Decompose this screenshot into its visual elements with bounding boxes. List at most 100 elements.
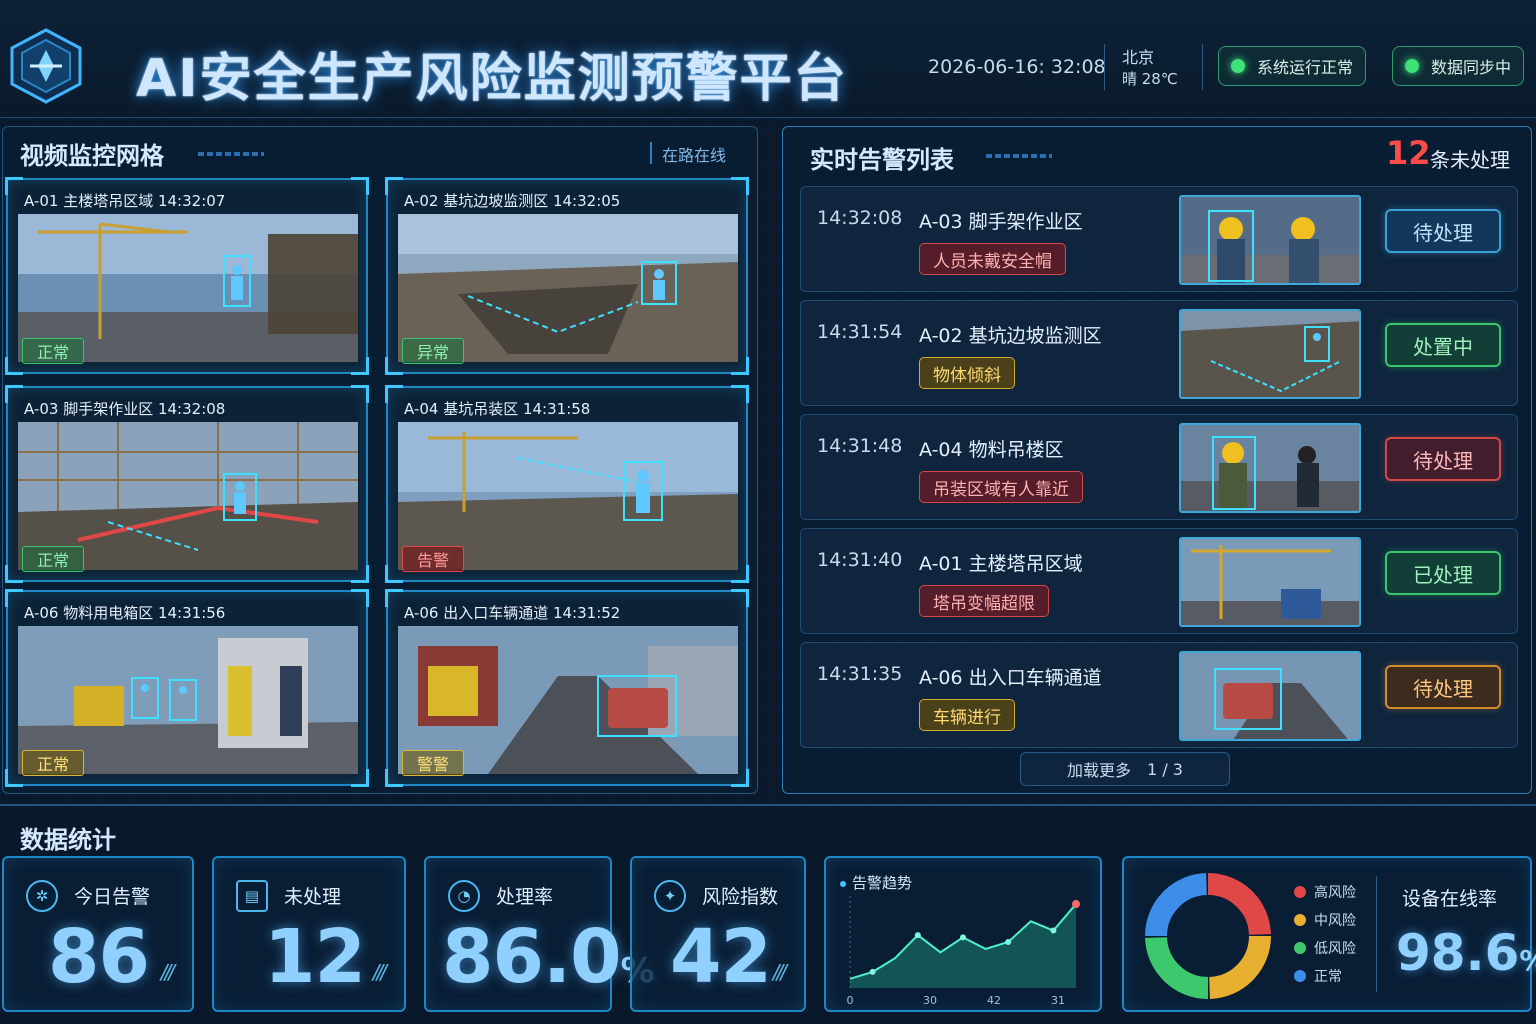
legend-label: 低风险 — [1314, 941, 1356, 957]
legend-label: 正常 — [1314, 969, 1342, 985]
city-name: 北京 — [1122, 48, 1155, 67]
stat-value: 42 — [670, 914, 772, 1000]
video-tile-a04[interactable]: A-04 基坑吊装区 14:31:58 告警 — [385, 385, 749, 583]
alert-snapshot[interactable] — [1179, 537, 1361, 627]
status-badge: 正常 — [22, 338, 85, 364]
x-tick-label: 30 — [923, 994, 937, 1007]
legend-item-normal: 正常 — [1294, 962, 1356, 990]
x-tick-label: 31 — [1051, 994, 1065, 1007]
bullet-icon — [840, 880, 846, 887]
legend-dot-icon — [1294, 942, 1306, 954]
alert-row[interactable]: 14:31:48 A-04 物料吊楼区 吊装区域有人靠近 待处理 — [800, 414, 1518, 520]
donut-legend: 高风险 中风险 低风险 正常 — [1294, 878, 1356, 990]
x-tick-label: 0 — [847, 994, 854, 1007]
pagination-indicator: 1 / 3 — [1147, 759, 1183, 779]
stat-value: 86.0 — [442, 914, 622, 1000]
alert-type-tag: 车辆进行 — [919, 699, 1015, 731]
stats-title: 数据统计 — [20, 826, 116, 854]
alert-action-button[interactable]: 待处理 — [1385, 665, 1501, 709]
legend-label: 中风险 — [1314, 913, 1356, 929]
trend-mini-icon: /// — [160, 960, 175, 984]
donut-slice — [1208, 935, 1271, 999]
platform-logo-icon — [8, 26, 84, 106]
alert-row[interactable]: 14:31:40 A-01 主楼塔吊区域 塔吊变幅超限 已处理 — [800, 528, 1518, 634]
video-caption: A-04 基坑吊装区 14:31:58 — [404, 400, 591, 418]
video-tile-a03[interactable]: A-03 脚手架作业区 14:32:08 正常 — [5, 385, 369, 583]
video-caption: A-01 主楼塔吊区域 14:32:07 — [24, 192, 226, 210]
alert-snapshot[interactable] — [1179, 423, 1361, 513]
online-rate-unit: % — [1519, 944, 1536, 977]
risk-distribution-card: 高风险 中风险 低风险 正常 设备在线率 98.6% — [1122, 856, 1536, 1012]
page-title: AI安全生产风险监测预警平台 — [136, 49, 848, 109]
online-rate-value: 98.6 — [1396, 924, 1520, 982]
legend-label: 高风险 — [1314, 885, 1356, 901]
video-tile-a01[interactable]: A-01 主楼塔吊区域 14:32:07 正常 — [5, 177, 369, 375]
video-tile-a02[interactable]: A-02 基坑边坡监测区 14:32:05 异常 — [385, 177, 749, 375]
alert-star-icon: ✲ — [26, 880, 58, 912]
alert-action-button[interactable]: 待处理 — [1385, 437, 1501, 481]
trend-point — [914, 932, 921, 939]
alert-location: A-02 基坑边坡监测区 — [919, 325, 1102, 347]
status-dot-icon — [1405, 59, 1419, 73]
video-caption: A-06 物料用电箱区 14:31:56 — [24, 604, 226, 622]
status-badge: 正常 — [22, 750, 85, 776]
alert-row[interactable]: 14:31:54 A-02 基坑边坡监测区 物体倾斜 处置中 — [800, 300, 1518, 406]
trend-point — [1072, 900, 1080, 909]
video-tile-a06-power[interactable]: A-06 物料用电箱区 14:31:56 正常 — [5, 589, 369, 787]
trend-point — [1005, 939, 1012, 945]
stat-card-today-alerts: ✲ 今日告警 86 /// — [2, 856, 194, 1012]
online-rate-label: 设备在线率 — [1402, 888, 1498, 910]
legend-item-medium: 中风险 — [1294, 906, 1356, 934]
video-panel-title: 视频监控网格 — [20, 142, 164, 170]
sync-status-pill: 数据同步中 — [1392, 46, 1525, 86]
alert-type-tag: 吊装区域有人靠近 — [919, 471, 1083, 503]
alert-time: 14:31:35 — [817, 663, 903, 685]
alert-action-button[interactable]: 已处理 — [1385, 551, 1501, 595]
video-caption: A-06 出入口车辆通道 14:31:52 — [404, 604, 621, 622]
alert-type-tag: 人员未戴安全帽 — [919, 243, 1066, 275]
trend-area — [850, 904, 1076, 988]
donut-slice — [1207, 873, 1271, 936]
alert-snapshot[interactable] — [1179, 309, 1361, 399]
title-decoration — [198, 152, 264, 156]
system-status-text: 系统运行正常 — [1257, 58, 1354, 77]
alert-action-button[interactable]: 处置中 — [1385, 323, 1501, 367]
status-dot-icon — [1231, 59, 1245, 73]
video-caption: A-02 基坑边坡监测区 14:32:05 — [404, 192, 621, 210]
load-more-label: 加载更多 — [1067, 761, 1132, 780]
alert-type-tag: 塔吊变幅超限 — [919, 585, 1049, 617]
alert-action-button[interactable]: 待处理 — [1385, 209, 1501, 253]
alert-time: 14:32:08 — [817, 207, 903, 229]
donut-slice — [1145, 936, 1209, 999]
stat-card-pending: ▤ 未处理 12 /// — [212, 856, 406, 1012]
risk-donut-chart — [1145, 873, 1271, 999]
alert-row[interactable]: 14:32:08 A-03 脚手架作业区 人员未戴安全帽 待处理 — [800, 186, 1518, 292]
legend-dot-icon — [1294, 886, 1306, 898]
unhandled-count-label: 条未处理 — [1430, 148, 1510, 172]
video-tile-a06-gate[interactable]: A-06 出入口车辆通道 14:31:52 警警 — [385, 589, 749, 787]
alert-time: 14:31:48 — [817, 435, 903, 457]
stat-label: 今日告警 — [74, 886, 151, 908]
alert-row[interactable]: 14:31:35 A-06 出入口车辆通道 车辆进行 待处理 — [800, 642, 1518, 748]
online-indicator[interactable]: 在路在线 — [650, 142, 726, 165]
trend-chart: 0 30 42 31 — [847, 896, 1080, 1007]
datetime-display: 2026-06-16: 32:08 — [928, 56, 1106, 78]
stat-label: 处理率 — [496, 886, 554, 908]
alert-panel-title: 实时告警列表 — [810, 146, 954, 174]
trend-point — [869, 968, 876, 975]
trend-point — [960, 934, 966, 941]
alert-snapshot[interactable] — [1179, 195, 1361, 285]
stat-card-rate: ◔ 处理率 86.0% — [424, 856, 655, 1012]
stat-label: 风险指数 — [702, 886, 779, 908]
donut-slice — [1145, 873, 1208, 937]
alert-location: A-06 出入口车辆通道 — [919, 667, 1102, 689]
legend-dot-icon — [1294, 970, 1306, 982]
alert-snapshot[interactable] — [1179, 651, 1361, 741]
sync-status-text: 数据同步中 — [1431, 58, 1512, 77]
trend-mini-icon: /// — [372, 960, 387, 984]
x-tick-label: 42 — [987, 994, 1001, 1007]
alert-time: 14:31:40 — [817, 549, 903, 571]
load-more-button[interactable]: 加载更多 1 / 3 — [1020, 752, 1230, 786]
alert-location: A-03 脚手架作业区 — [919, 211, 1083, 233]
trend-chart-card: 告警趋势 0 30 42 31 — [824, 856, 1102, 1012]
